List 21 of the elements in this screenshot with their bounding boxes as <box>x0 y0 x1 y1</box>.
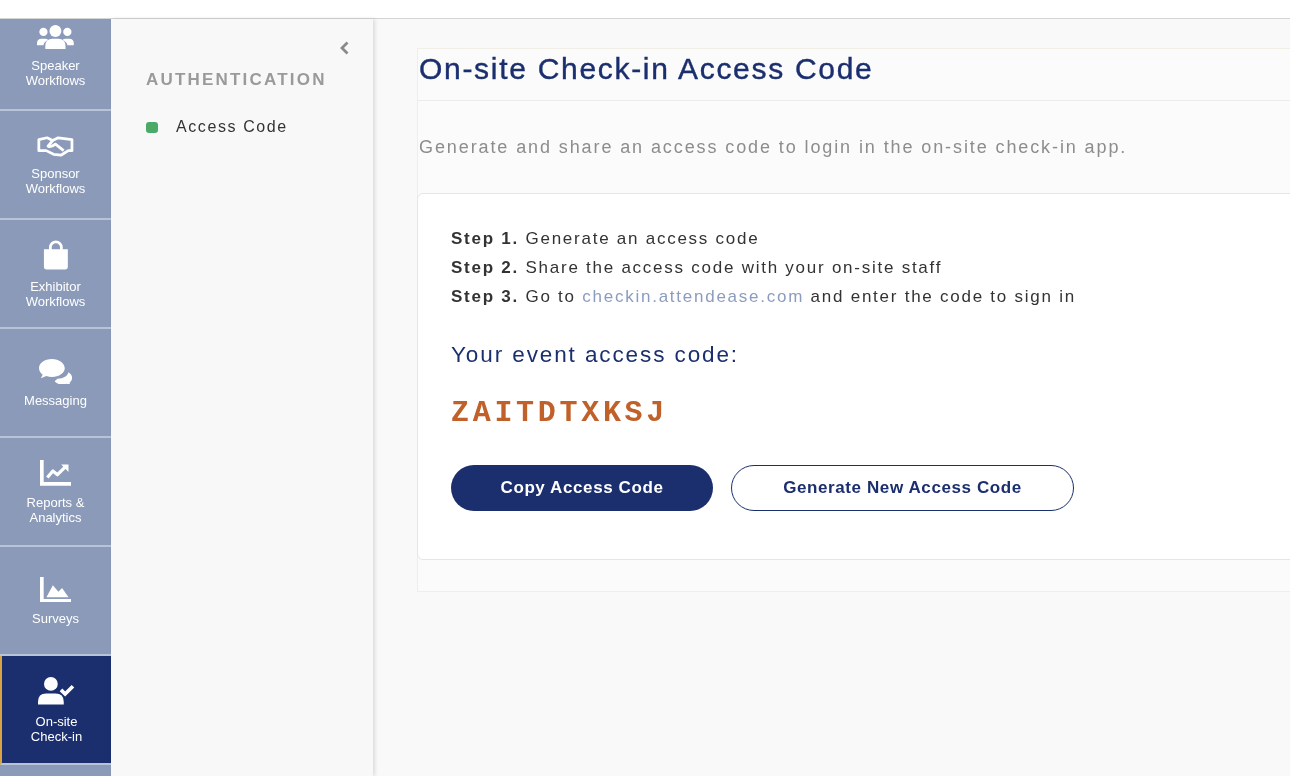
checkin-link[interactable]: checkin.attendease.com <box>582 287 805 306</box>
page-title: On-site Check-in Access Code <box>418 49 1290 101</box>
step-text: Step 1. Generate an access code <box>451 228 761 250</box>
line-chart-icon <box>39 460 72 486</box>
access-code-text: ZAITDTXKSJ <box>451 396 670 430</box>
area-chart-icon <box>39 576 72 603</box>
section-title: AUTHENTICATION <box>146 69 328 91</box>
step-text: Step 2. Share the access code with your on-site staff <box>451 257 944 279</box>
handshake-icon <box>37 134 74 158</box>
user-check-icon <box>38 677 75 705</box>
generate-button[interactable]: Generate New Access Code <box>731 465 1074 511</box>
description-text: Generate and share an access code to login in the on-site check-in app. <box>419 136 1129 158</box>
shopping-bag-icon <box>42 240 69 270</box>
chevron-left-icon[interactable] <box>340 41 349 55</box>
nav-item[interactable]: On-site Check-in <box>0 656 111 765</box>
copy-button[interactable]: Copy Access Code <box>451 465 713 511</box>
code-heading: Your event access code: <box>451 341 741 369</box>
chat-bubbles-icon <box>38 358 73 385</box>
subnav-item[interactable]: Access Code <box>146 117 288 137</box>
step-text: Step 3. Go to checkin.attendease.com and enter the code to sign in <box>451 286 1077 308</box>
users-icon <box>37 25 74 49</box>
